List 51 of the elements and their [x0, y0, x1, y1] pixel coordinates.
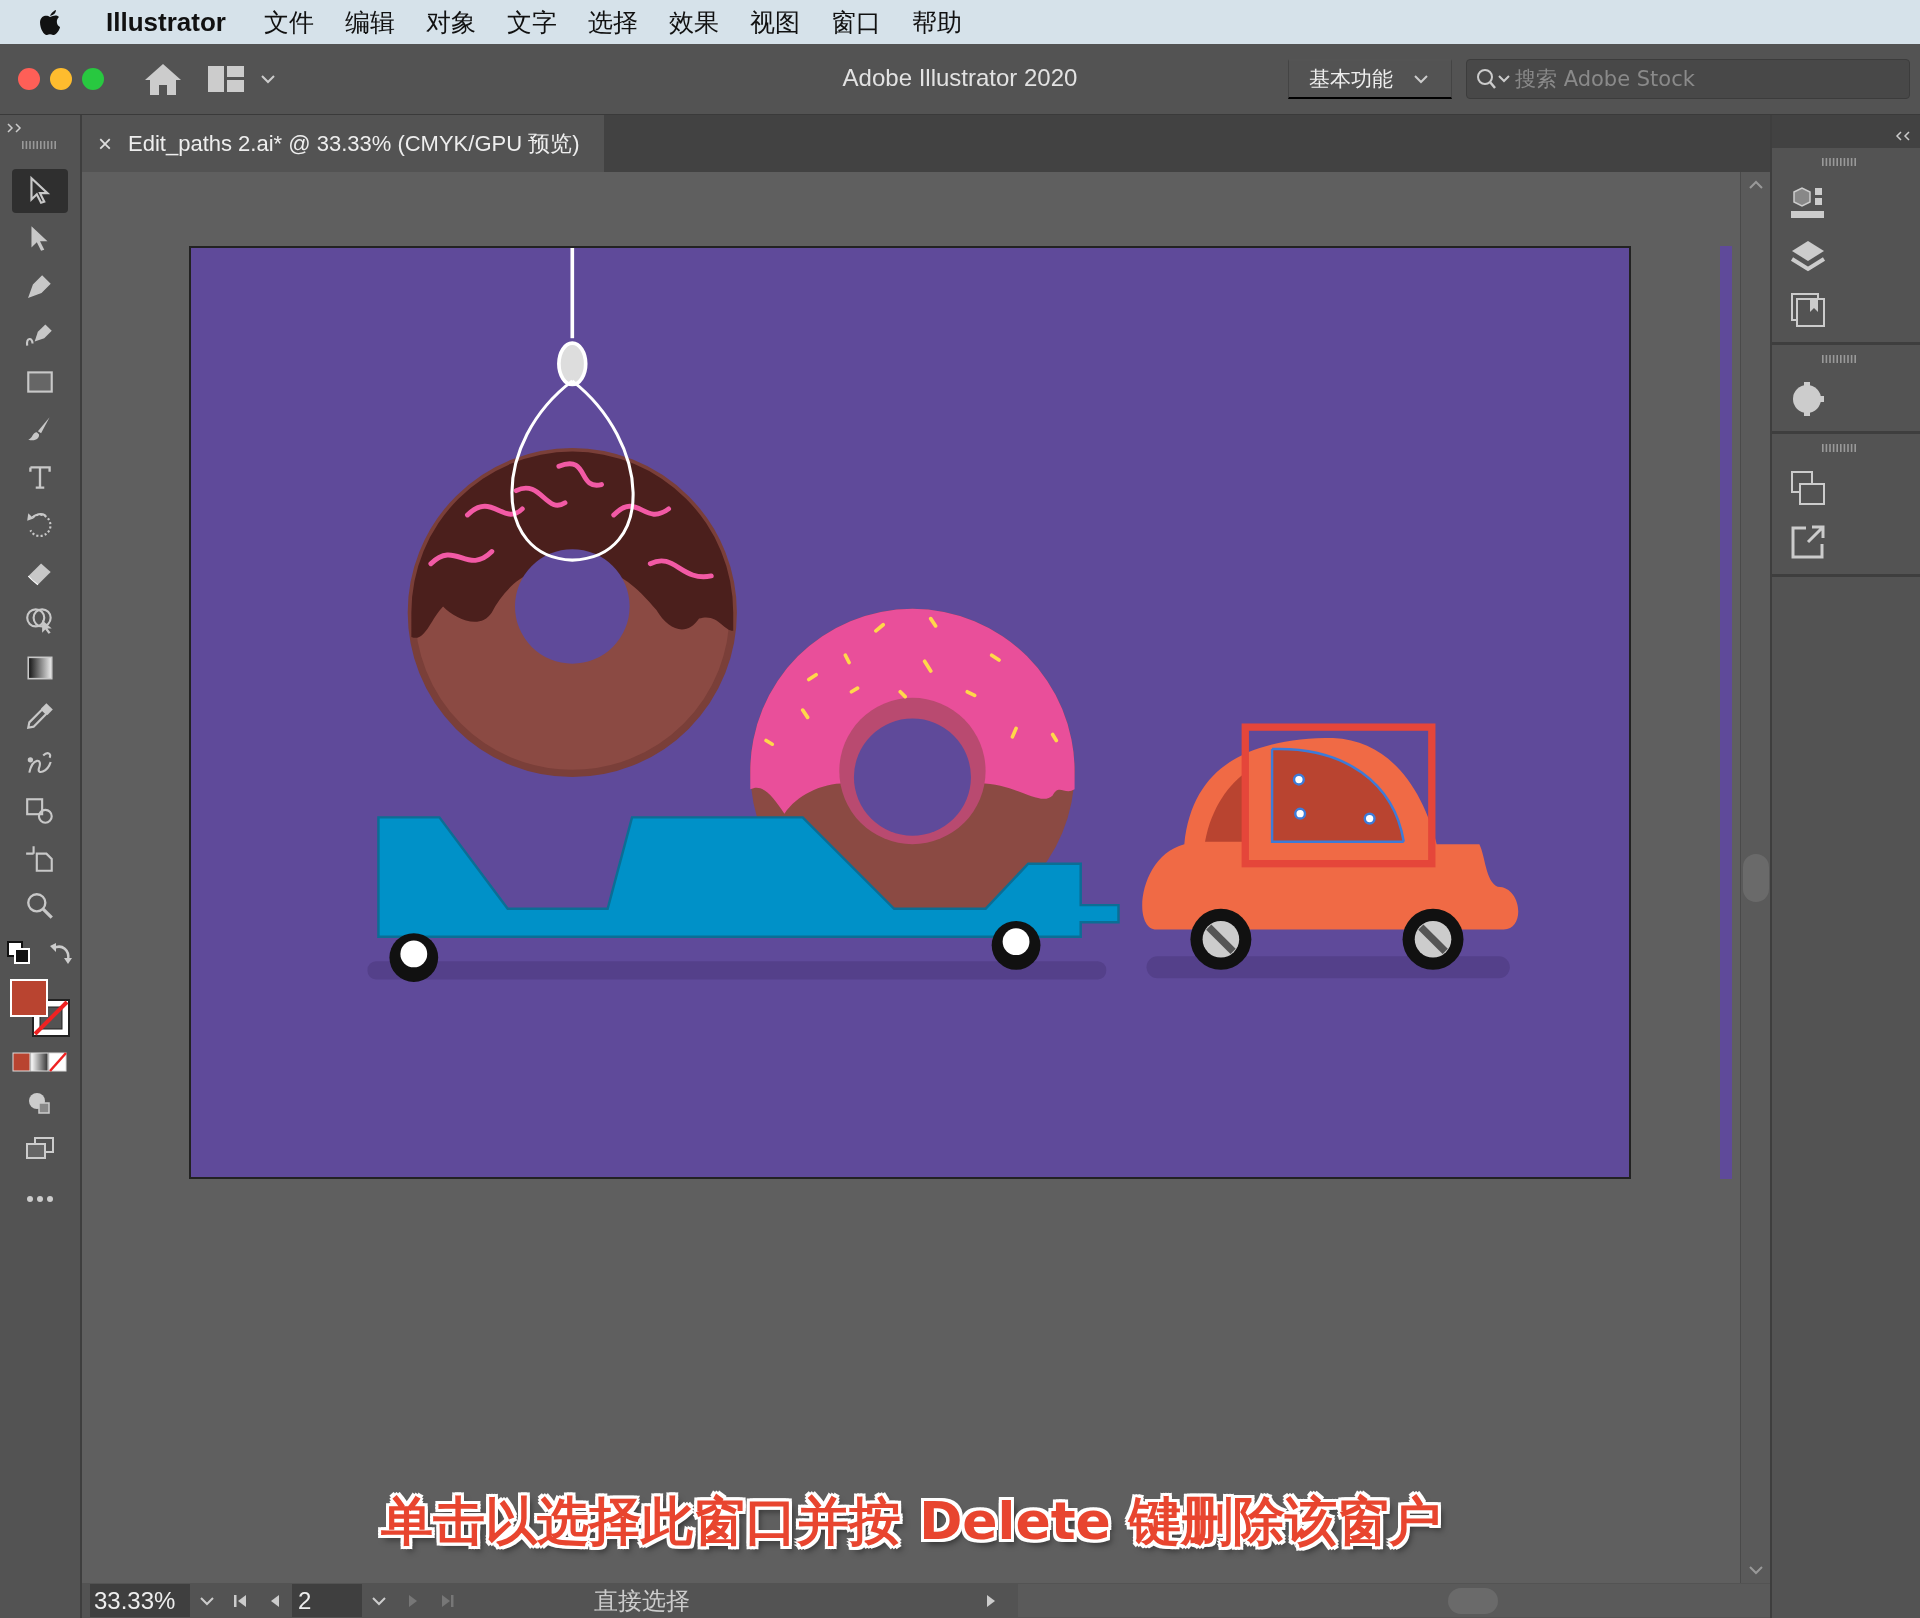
menu-item[interactable]: 窗口 [830, 5, 881, 39]
menu-item[interactable]: 编辑 [344, 5, 395, 39]
panel-grip-icon[interactable] [1822, 355, 1858, 363]
chevron-down-icon[interactable] [260, 74, 276, 84]
menu-item[interactable]: 选择 [587, 5, 638, 39]
home-icon[interactable] [144, 62, 182, 96]
current-tool-label: 直接选择 [594, 1585, 691, 1617]
expand-panel-icon[interactable] [7, 123, 23, 133]
transform-squares-icon[interactable] [1790, 470, 1826, 506]
menu-item[interactable]: 视图 [749, 5, 800, 39]
menu-item[interactable]: 对象 [425, 5, 476, 39]
menu-item[interactable]: 帮助 [911, 5, 962, 39]
subtitle-caption: 单击以选择此窗口并按 Delete 键删除该窗户 [381, 1491, 1441, 1551]
panel-grip-icon[interactable] [22, 141, 58, 149]
workspace-dropdown[interactable]: 基本功能 [1288, 59, 1452, 99]
scroll-thumb[interactable] [1742, 853, 1769, 902]
scroll-down-icon[interactable] [1747, 1565, 1764, 1575]
window-title: Adobe Illustrator 2020 [842, 64, 1078, 91]
libraries-icon[interactable] [1790, 292, 1826, 328]
swap-arrow-icon[interactable] [48, 940, 74, 966]
export-icon[interactable] [1790, 524, 1826, 560]
menu-item[interactable]: 效果 [668, 5, 719, 39]
tool-button[interactable] [12, 169, 68, 213]
close-window-button[interactable] [18, 68, 40, 90]
fill-stroke-swatch-icon[interactable] [9, 978, 71, 1040]
zoom-window-button[interactable] [82, 68, 104, 90]
panel-grip-icon[interactable] [1822, 158, 1858, 166]
document-tab[interactable]: × Edit_paths 2.ai* @ 33.33% (CMYK/GPU 预览) [82, 115, 604, 172]
properties-cube-icon[interactable] [1790, 184, 1826, 220]
horizontal-scrollbar[interactable] [1018, 1584, 1770, 1617]
menu-item[interactable]: 文件 [263, 5, 314, 39]
artboard-number-field[interactable]: 2 [292, 1584, 362, 1617]
collapse-panel-icon[interactable] [1894, 130, 1910, 141]
chevron-down-icon[interactable] [1413, 74, 1429, 84]
panel-grip-icon[interactable] [1822, 444, 1858, 452]
more-icon[interactable] [25, 1194, 55, 1204]
stock-search-field[interactable]: 搜索 Adobe Stock [1466, 59, 1910, 99]
menu-item[interactable]: 文字 [506, 5, 557, 39]
vertical-scrollbar[interactable] [1740, 172, 1770, 1583]
zoom-level-field[interactable]: 33.33% [90, 1584, 190, 1617]
apple-logo-icon[interactable] [38, 8, 62, 36]
scroll-up-icon[interactable] [1747, 180, 1764, 190]
color-mode-icon[interactable] [12, 1052, 68, 1072]
search-icon[interactable] [1475, 67, 1513, 91]
default-colors-icon[interactable] [6, 940, 32, 966]
app-menu[interactable]: Illustrator [106, 6, 226, 38]
search-input[interactable]: 搜索 Adobe Stock [1513, 66, 1897, 92]
minimize-window-button[interactable] [50, 68, 72, 90]
appearance-circle-icon[interactable] [1790, 381, 1826, 417]
layout-grid-icon[interactable] [208, 66, 244, 92]
layers-icon[interactable] [1790, 238, 1826, 274]
